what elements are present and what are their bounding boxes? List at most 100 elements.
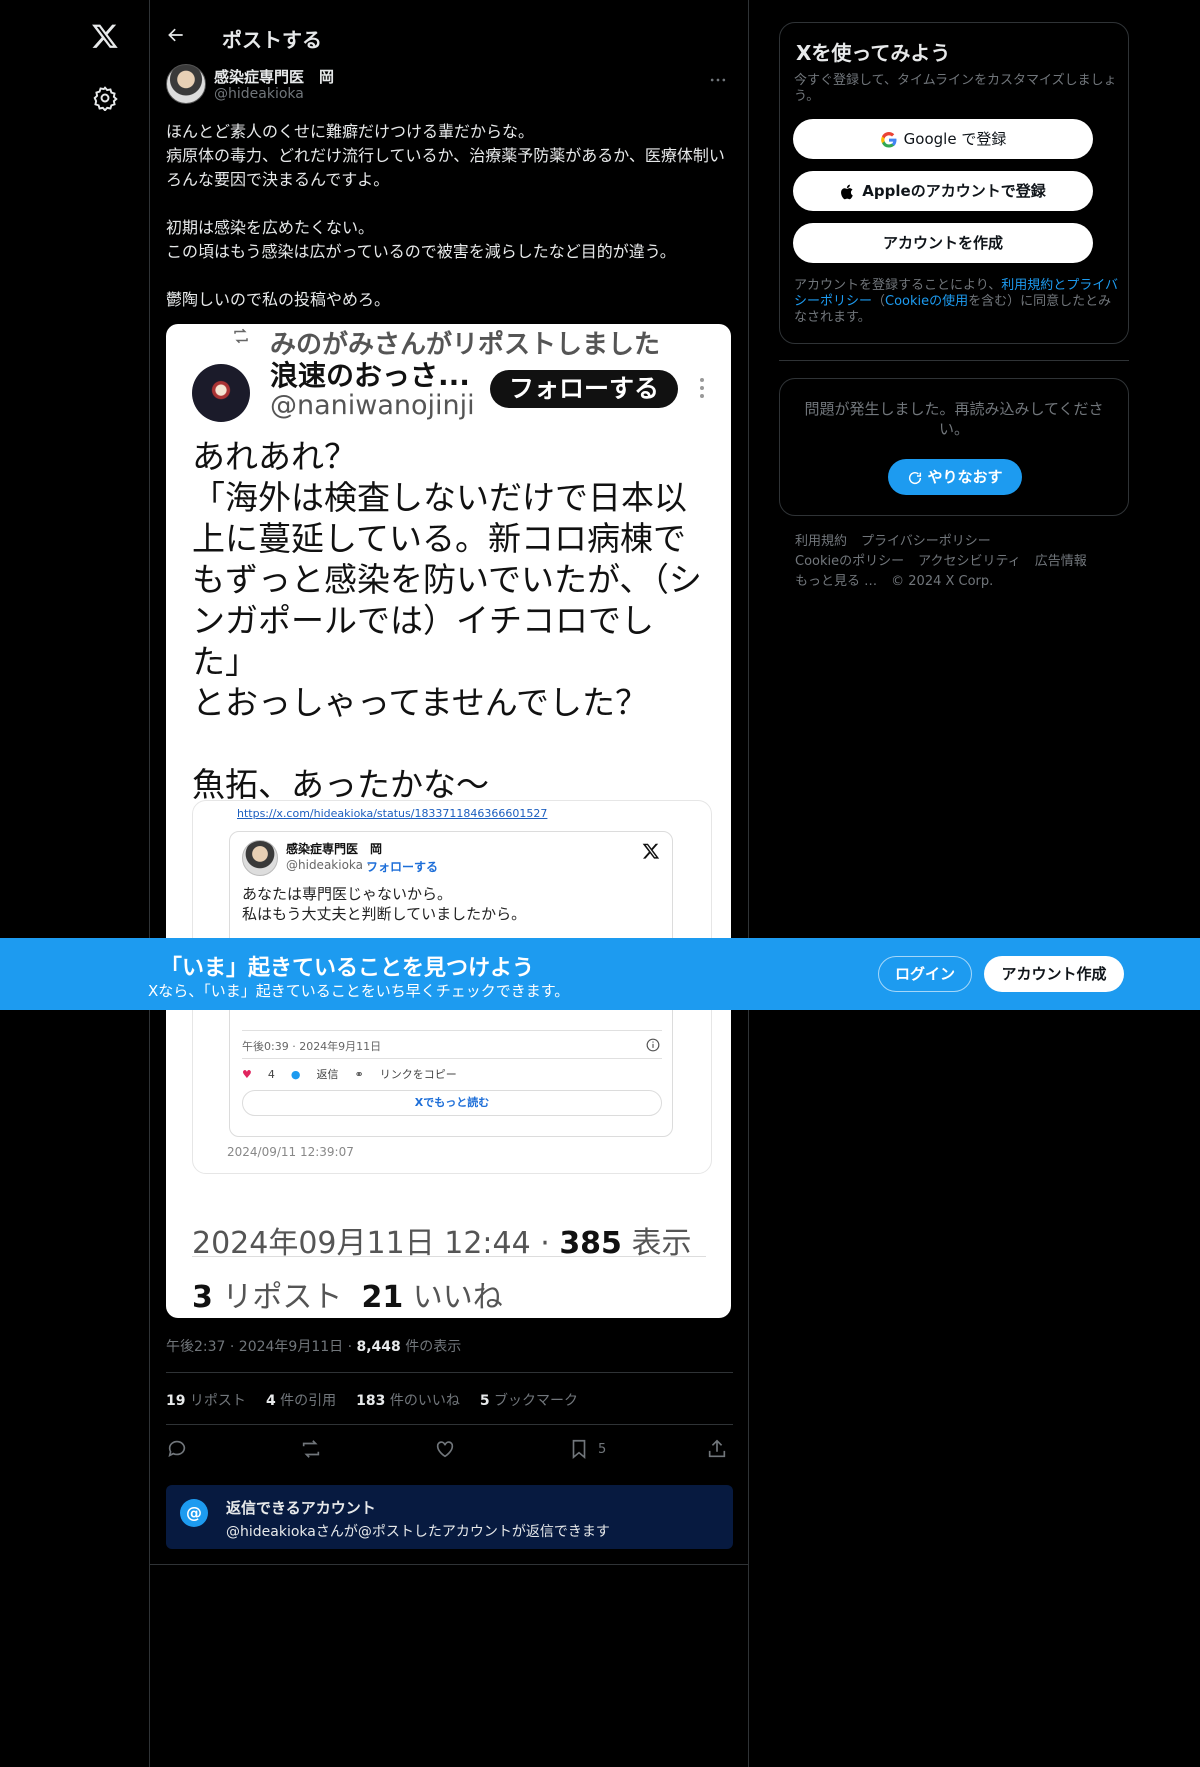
inner-name: 感染症専門医 岡 (286, 842, 383, 856)
stat-number: 183 (356, 1393, 386, 1409)
terms-link[interactable]: 利用規約 (1001, 278, 1053, 293)
tweet-author: 感染症専門医 岡 @hideakioka (166, 64, 736, 108)
media-timestamp: 2024/09/11 12:39:07 (227, 1145, 354, 1159)
footer-link-cookie[interactable]: Cookieのポリシー (795, 554, 904, 569)
create-account-button[interactable]: アカウントを作成 (793, 223, 1093, 263)
media-body-text: あれあれ？ 「海外は検査しないだけで日本以上に蔓延している。新コロ病棟でもずっと… (192, 437, 702, 804)
media-name: 浪速のおっさ... (270, 359, 470, 392)
top-bar: ポストする (150, 0, 749, 62)
tweet-meta: 午後2:37 · 2024年9月11日 · 8,448 件の表示 (166, 1336, 461, 1356)
google-logo-icon (880, 131, 897, 148)
login-button[interactable]: ログイン (878, 956, 972, 992)
inner-info-icon (646, 1038, 660, 1052)
repost-icon[interactable] (300, 1438, 322, 1460)
inner-likes: 4 (267, 1067, 275, 1081)
media-follow-button: フォローする (490, 370, 678, 408)
footer-link-privacy[interactable]: プライバシーポリシー (861, 534, 991, 549)
cookie-link[interactable]: Cookieの使用 (885, 294, 968, 309)
inner-link-icon: ⚭ (354, 1067, 364, 1081)
media-likes: 21 (361, 1280, 404, 1315)
back-arrow-icon[interactable] (166, 25, 186, 45)
reply-icon[interactable] (166, 1438, 188, 1460)
stat-number: 5 (479, 1393, 490, 1409)
bookmark-count: 5 (598, 1442, 607, 1457)
media-reposts: 3 (192, 1280, 213, 1315)
banner-title: 「いま」起きていることを見つけよう (160, 956, 535, 981)
banner-signup-button[interactable]: アカウント作成 (984, 956, 1124, 992)
apple-signup-button[interactable]: Appleのアカウントで登録 (793, 171, 1093, 211)
media-likes-label: いいね (412, 1280, 503, 1315)
inner-follow: フォローする (366, 860, 439, 874)
error-message: 問題が発生しました。再読み込みしてください。 (804, 400, 1104, 438)
footer-link-accessibility[interactable]: アクセシビリティ (918, 554, 1021, 569)
footer-link-ads[interactable]: 広告情報 (1035, 554, 1087, 569)
settings-gear-icon[interactable] (92, 85, 118, 111)
media-avatar (192, 364, 250, 422)
stat-label: リポスト (185, 1393, 246, 1409)
inner-text: あなたは専門医じゃないから。 私はもう大丈夫と判断していましたから。 (242, 885, 527, 923)
inner-copy-link: リンクをコピー (379, 1068, 457, 1081)
media-reposts-label: リポスト (222, 1280, 343, 1315)
apple-logo-icon (841, 184, 854, 199)
author-avatar[interactable] (166, 64, 206, 104)
stat-reposts[interactable]: 19 リポスト (166, 1390, 246, 1410)
legal-text: と (1053, 278, 1067, 293)
divider (150, 1564, 749, 1565)
signup-banner: 「いま」起きていることを見つけよう Xなら、「いま」起きていることをいち早くチェ… (0, 938, 1200, 1010)
inner-heart-icon: ♥ (242, 1067, 252, 1081)
media-kebab-icon (700, 378, 704, 398)
x-logo-icon[interactable] (91, 22, 119, 50)
refresh-icon (909, 471, 922, 484)
tweet-actions: 5 (166, 1438, 733, 1462)
inner-avatar (242, 840, 278, 876)
divider (166, 1424, 733, 1425)
inner-read-more: Xでもっと読む (242, 1090, 662, 1116)
stat-label: 件の引用 (275, 1393, 337, 1409)
author-name[interactable]: 感染症専門医 岡 (214, 66, 334, 87)
signup-panel: Xを使ってみよう 今すぐ登録して、タイムラインをカスタマイズしましょう。 Goo… (779, 22, 1129, 344)
inner-reply-icon: ● (290, 1067, 301, 1081)
main-column: ポストする 感染症専門医 岡 @hideakioka ほんとど素人のくせに難癖だ… (150, 0, 749, 1767)
tweet-time[interactable]: 午後2:37 · 2024年9月11日 · (166, 1339, 357, 1355)
inner-reply: 返信 (316, 1068, 339, 1081)
repost-icon (234, 328, 248, 344)
inner-divider (242, 1030, 662, 1031)
share-icon[interactable] (706, 1438, 728, 1460)
tweet-views-label: 件の表示 (400, 1339, 462, 1355)
stat-quotes[interactable]: 4 件の引用 (266, 1390, 336, 1410)
media-card-url: https://x.com/hideakioka/status/18337118… (237, 807, 548, 820)
google-signup-label: Google で登録 (903, 130, 1007, 148)
stat-number: 19 (166, 1393, 186, 1409)
stat-bookmarks[interactable]: 5 ブックマーク (480, 1390, 578, 1410)
google-signup-button[interactable]: Google で登録 (793, 119, 1093, 159)
stat-number: 4 (265, 1393, 276, 1409)
footer-link-more[interactable]: もっと見る … (795, 574, 877, 589)
more-options-icon[interactable] (708, 70, 728, 90)
legal-text: アカウントを登録することにより、 (794, 278, 1002, 293)
banner-subtitle: Xなら、「いま」起きていることをいち早くチェックできます。 (148, 982, 570, 1000)
tweet-views: 8,448 (356, 1339, 401, 1355)
legal-text: （ (872, 294, 886, 309)
footer-links: 利用規約 プライバシーポリシー Cookieのポリシー アクセシビリティ 広告情報 も… (795, 532, 1125, 592)
like-heart-icon[interactable] (434, 1438, 456, 1460)
at-sign-icon: @ (180, 1499, 208, 1527)
stat-label: ブックマーク (489, 1393, 579, 1409)
reply-permission-box: @ 返信できるアカウント @hideakiokaさんが@ポストしたアカウントが返… (166, 1485, 733, 1549)
divider (779, 360, 1129, 361)
author-handle[interactable]: @hideakioka (214, 86, 304, 102)
bookmark-icon[interactable] (568, 1438, 590, 1460)
tweet-media-image[interactable]: みのがみさんがリポストしました 浪速のおっさ... @naniwanojinji… (166, 324, 731, 1318)
page-title: ポストする (222, 28, 322, 52)
inner-x-logo-icon (642, 843, 660, 859)
signup-subtitle: 今すぐ登録して、タイムラインをカスタマイズしましょう。 (794, 73, 1117, 104)
retry-label: やりなおす (927, 468, 1003, 486)
media-handle: @naniwanojinji (270, 390, 475, 421)
stat-label: 件のいいね (385, 1393, 460, 1409)
stat-likes[interactable]: 183 件のいいね (356, 1390, 460, 1410)
inner-actions: ♥ 4 ● 返信 ⚭ リンクをコピー (242, 1066, 457, 1082)
error-panel: 問題が発生しました。再読み込みしてください。 やりなおす (779, 378, 1129, 516)
footer-link-terms[interactable]: 利用規約 (795, 534, 847, 549)
signup-legal-text: アカウントを登録することにより、利用規約とプライバシーポリシー（Cookieの使… (794, 278, 1120, 326)
tweet-text: ほんとど素人のくせに難癖だけつける輩だからな。 病原体の毒力、どれだけ流行してい… (166, 122, 725, 309)
retry-button[interactable]: やりなおす (888, 459, 1022, 495)
